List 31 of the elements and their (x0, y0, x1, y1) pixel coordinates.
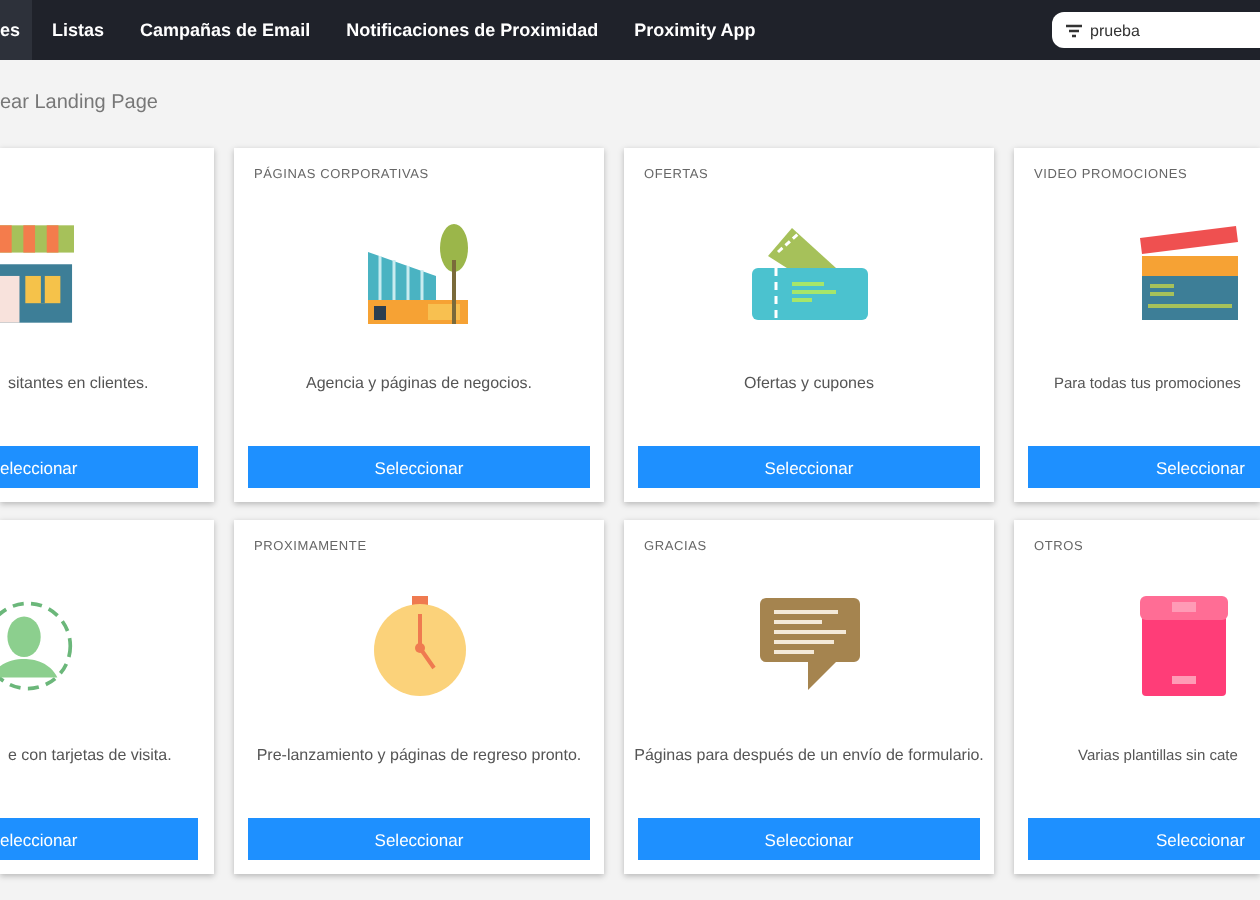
card-description: e con tarjetas de visita. (6, 746, 174, 764)
select-button[interactable]: Seleccionar (1028, 446, 1260, 488)
tickets-icon (751, 224, 867, 324)
select-button[interactable]: eleccionar (0, 446, 198, 488)
select-button[interactable]: Seleccionar (248, 818, 590, 860)
nav-link[interactable]: Notificaciones de Proximidad (330, 0, 615, 60)
clapperboard-icon (1140, 226, 1240, 322)
select-button[interactable]: Seleccionar (1028, 818, 1260, 860)
stopwatch-icon (371, 596, 467, 696)
office-building-icon (367, 224, 471, 324)
select-button[interactable]: Seleccionar (638, 818, 980, 860)
card-description: sitantes en clientes. (6, 374, 151, 392)
speech-bubble-icon (759, 598, 859, 694)
nav-link[interactable]: Campañas de Email (124, 0, 327, 60)
select-button[interactable]: Seleccionar (248, 446, 590, 488)
filter-icon (1066, 23, 1082, 37)
person-silhouette-icon (0, 596, 74, 696)
select-button[interactable]: eleccionar (0, 818, 198, 860)
card-description: Páginas para después de un envío de formulario. (632, 746, 986, 764)
nav-link[interactable]: Listas (36, 0, 121, 60)
select-button[interactable]: Seleccionar (638, 446, 980, 488)
page-title: ear Landing Page (0, 92, 160, 114)
select-value: prueba (1090, 21, 1140, 39)
nav-link[interactable]: es (0, 0, 33, 60)
nav-link[interactable]: Proximity App (618, 0, 772, 60)
card-description: Pre-lanzamiento y páginas de regreso pronto. (254, 746, 584, 764)
card-description: Ofertas y cupones (742, 374, 876, 392)
box-icon (1140, 596, 1228, 696)
storefront-icon (0, 224, 74, 324)
card-description: Agencia y páginas de negocios. (304, 374, 534, 392)
project-select[interactable]: prueba (1052, 12, 1260, 48)
